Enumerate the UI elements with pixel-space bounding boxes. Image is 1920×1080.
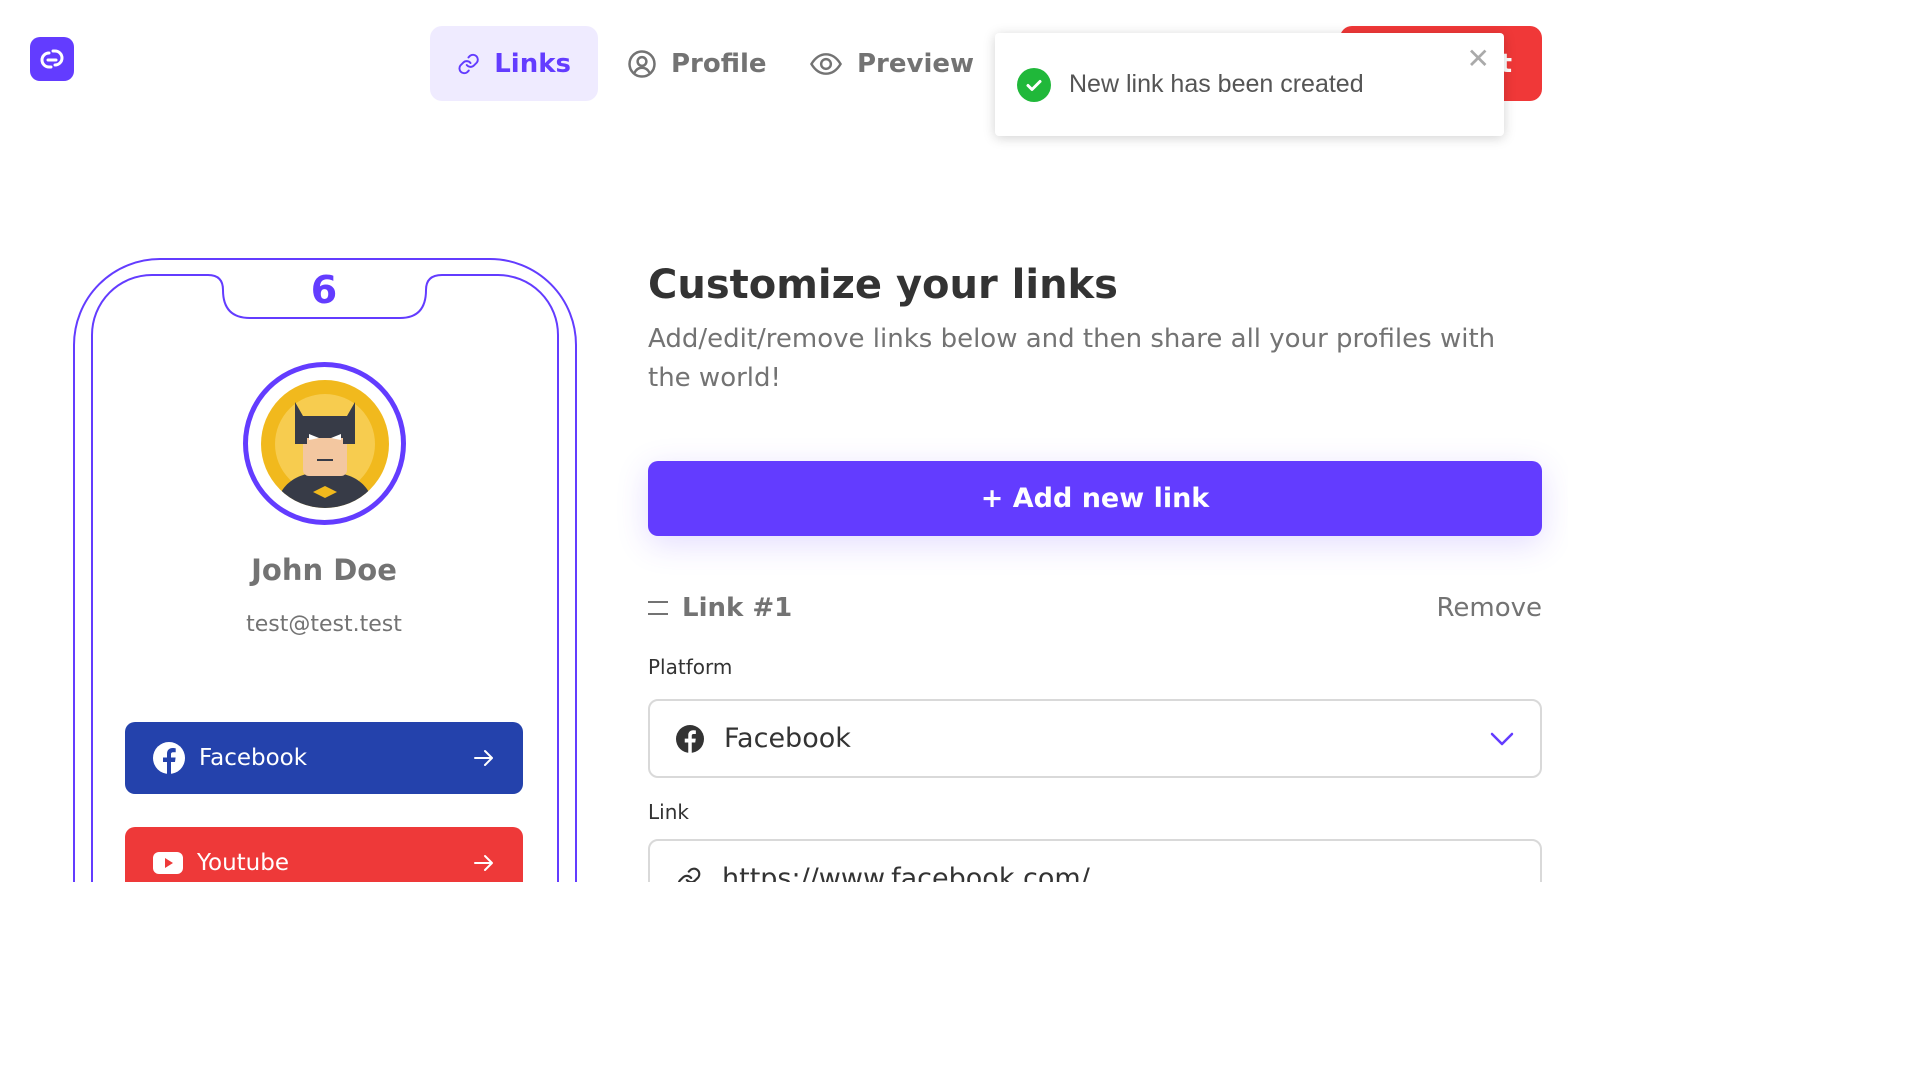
tab-preview[interactable]: Preview bbox=[782, 26, 1001, 101]
preview-link-label: Facebook bbox=[199, 745, 308, 771]
avatar bbox=[243, 362, 406, 525]
platform-label: Platform bbox=[648, 655, 733, 679]
close-icon[interactable]: ✕ bbox=[1467, 45, 1490, 73]
youtube-icon bbox=[153, 852, 183, 874]
facebook-icon bbox=[153, 742, 185, 774]
platform-select-value: Facebook bbox=[724, 723, 851, 754]
preview-link-youtube[interactable]: Youtube bbox=[125, 827, 523, 882]
arrow-right-icon bbox=[474, 750, 493, 766]
link-item-title: Link #1 bbox=[682, 593, 793, 623]
add-new-link-label: + Add new link bbox=[980, 483, 1210, 514]
tab-links-label: Links bbox=[494, 48, 571, 79]
link-logo-icon bbox=[40, 49, 64, 69]
facebook-icon bbox=[676, 724, 704, 753]
eye-icon bbox=[810, 52, 842, 75]
tab-links[interactable]: Links bbox=[430, 26, 598, 101]
add-new-link-button[interactable]: + Add new link bbox=[648, 461, 1542, 536]
page-subtitle: Add/edit/remove links below and then sha… bbox=[648, 324, 1496, 393]
link-icon bbox=[677, 867, 701, 882]
link-label: Link bbox=[648, 800, 689, 824]
link-icon bbox=[458, 53, 479, 74]
page-title: Customize your links bbox=[648, 262, 1118, 308]
remove-link-button[interactable]: Remove bbox=[1436, 593, 1542, 623]
preview-link-label: Youtube bbox=[197, 850, 289, 876]
batman-avatar-icon bbox=[260, 379, 389, 508]
app-root: Links Profile Preview t New link has bee… bbox=[0, 0, 1568, 882]
app-logo[interactable] bbox=[30, 37, 74, 81]
platform-select[interactable]: Facebook bbox=[648, 699, 1542, 778]
arrow-right-icon bbox=[474, 855, 493, 871]
toast-notification: New link has been created ✕ bbox=[995, 33, 1504, 136]
tab-profile[interactable]: Profile bbox=[600, 26, 794, 101]
drag-handle-icon[interactable] bbox=[648, 601, 668, 615]
link-input-wrapper bbox=[648, 839, 1542, 882]
profile-email: test@test.test bbox=[246, 612, 402, 637]
preview-link-facebook[interactable]: Facebook bbox=[125, 722, 523, 794]
tab-profile-label: Profile bbox=[671, 48, 767, 79]
chevron-down-icon bbox=[1490, 732, 1514, 745]
link-item-header: Link #1 Remove bbox=[648, 590, 1542, 626]
phone-notch-counter: 6 bbox=[310, 268, 338, 312]
profile-name: John Doe bbox=[251, 553, 397, 587]
check-circle-icon bbox=[1017, 67, 1051, 102]
user-circle-icon bbox=[628, 49, 656, 78]
tab-preview-label: Preview bbox=[857, 48, 975, 79]
link-url-input[interactable] bbox=[722, 863, 1514, 882]
toast-message: New link has been created bbox=[1069, 70, 1364, 98]
